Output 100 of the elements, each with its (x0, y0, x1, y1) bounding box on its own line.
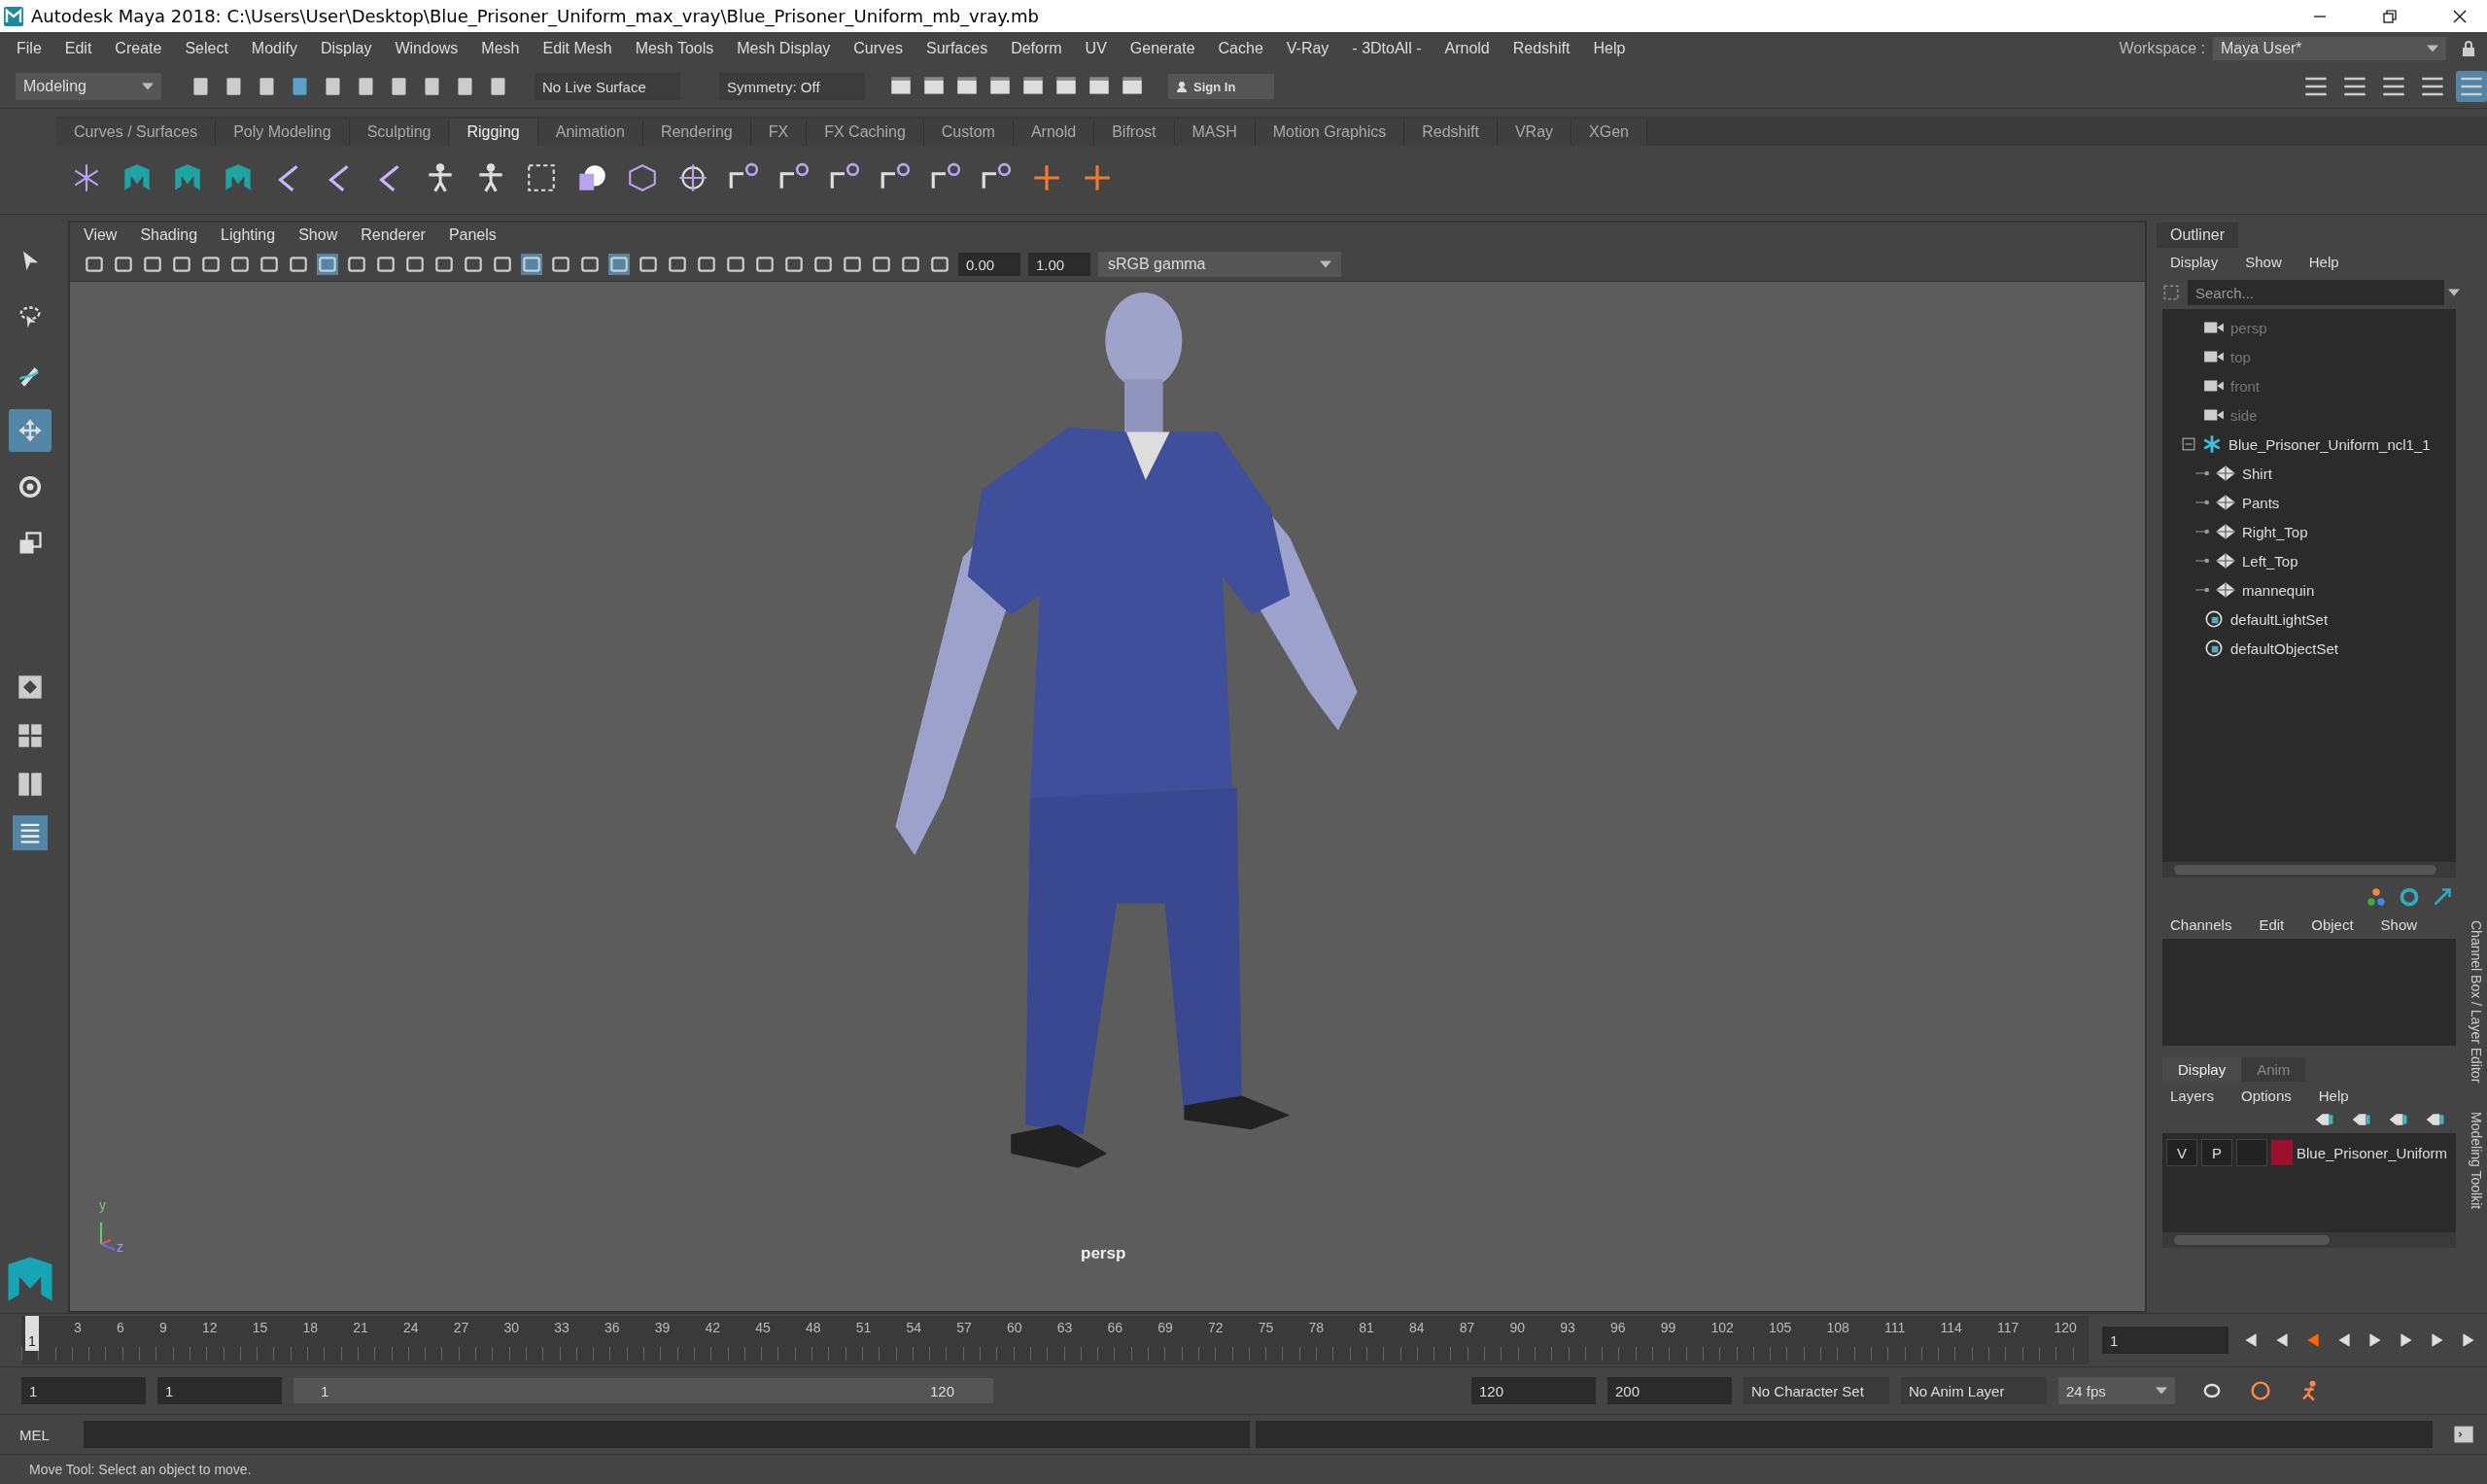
outliner-tab[interactable]: Outliner (2157, 223, 2239, 248)
playback-toggle[interactable]: P (2201, 1139, 2232, 1166)
viewport-toolbar-icon[interactable] (84, 254, 105, 275)
menu-item[interactable]: Cache (1218, 40, 1263, 57)
viewport-toolbar-icon[interactable] (929, 254, 950, 275)
shelf-tab[interactable]: Redshift (1404, 119, 1498, 146)
lock-icon[interactable] (2462, 40, 2475, 57)
shelf-tool-icon[interactable] (525, 161, 558, 194)
menu-item[interactable]: Arnold (1444, 40, 1490, 57)
menu-item[interactable]: Display (321, 40, 372, 57)
viewport-toolbar-icon[interactable] (259, 254, 280, 275)
viewport-menu-item[interactable]: Renderer (361, 226, 426, 244)
arrow-icon[interactable] (2433, 887, 2452, 907)
viewport-toolbar-icon[interactable] (200, 254, 222, 275)
viewport-toolbar-icon[interactable] (812, 254, 834, 275)
channel-box-menu-item[interactable]: Object (2311, 916, 2354, 933)
viewport-toolbar-icon[interactable] (433, 254, 455, 275)
playback-start-field[interactable]: 1 (157, 1377, 282, 1404)
menu-item[interactable]: Create (115, 40, 162, 57)
command-input-field[interactable] (84, 1421, 1250, 1448)
viewport-toolbar-icon[interactable] (696, 254, 717, 275)
color-space-dropdown[interactable]: sRGB gamma (1098, 252, 1341, 277)
gamma-field[interactable]: 1.00 (1028, 253, 1090, 276)
viewport-toolbar-icon[interactable] (638, 254, 659, 275)
viewport-toolbar-icon[interactable] (871, 254, 892, 275)
outliner-item[interactable]: defaultLightSet (2230, 610, 2329, 628)
playback-end-field[interactable]: 120 (1471, 1377, 1596, 1404)
command-language-label[interactable]: MEL (19, 1426, 78, 1443)
shelf-tool-icon[interactable] (626, 161, 659, 194)
collapse-icon[interactable] (2182, 437, 2195, 451)
outliner-item[interactable]: Right_Top (2242, 523, 2308, 540)
playhead[interactable]: 1 (25, 1316, 39, 1351)
shelf-tab[interactable]: Curves / Surfaces (56, 119, 217, 146)
scrollbar-thumb[interactable] (2174, 1235, 2330, 1245)
shelf-tab[interactable]: XGen (1572, 119, 1647, 146)
shelf-tab[interactable]: MASH (1174, 119, 1256, 146)
sign-in-button[interactable]: Sign In (1168, 74, 1275, 99)
workspace-dropdown[interactable]: Maya User* (2213, 37, 2446, 60)
viewport-toolbar-icon[interactable] (142, 254, 163, 275)
filter-icon[interactable] (2162, 284, 2180, 301)
viewport-toolbar-icon[interactable] (579, 254, 601, 275)
side-tab[interactable]: Channel Box / Layer Editor (2469, 920, 2484, 1084)
shelf-tab[interactable]: Rendering (642, 119, 751, 146)
viewport-toolbar-icon[interactable] (492, 254, 513, 275)
panel-toggle-icon[interactable] (2456, 71, 2487, 102)
outliner-menu-item[interactable]: Show (2245, 254, 2282, 270)
viewport-toolbar-icon[interactable] (783, 254, 805, 275)
character-set-dropdown[interactable]: No Character Set (1744, 1377, 1889, 1404)
viewport-menu-item[interactable]: Shading (140, 226, 198, 244)
menu-item[interactable]: Edit (64, 40, 92, 57)
outliner-item[interactable]: mannequin (2242, 581, 2315, 599)
time-ruler[interactable]: 1 3 6 9 12 15 18 21 24 27 30 33 36 39 42 45 48 51 54 57 60 63 66 69 72 75 78 81 84 87 90 93 96 99 102 105 108 111 114 117 120 (21, 1316, 2089, 1364)
layer-menu-item[interactable]: Layers (2170, 1087, 2215, 1104)
shelf-tab[interactable]: Poly Modeling (216, 119, 350, 146)
fps-dropdown[interactable]: 24 fps (2058, 1377, 2175, 1404)
viewport-toolbar-icon[interactable] (229, 254, 251, 275)
live-surface-field[interactable]: No Live Surface (535, 73, 680, 100)
outliner-menu-item[interactable]: Display (2170, 254, 2219, 270)
viewport-menu-item[interactable]: Lighting (221, 226, 276, 244)
menu-item[interactable]: Modify (251, 40, 297, 57)
menu-item[interactable]: - 3DtoAll - (1352, 40, 1422, 57)
restore-icon[interactable] (2382, 8, 2398, 24)
viewport-toolbar-icon[interactable] (550, 254, 571, 275)
menu-item[interactable]: UV (1085, 40, 1107, 57)
channel-box-menu-item[interactable]: Channels (2170, 916, 2232, 933)
viewport-toolbar-icon[interactable] (842, 254, 863, 275)
outliner-layout-icon[interactable] (13, 815, 48, 850)
end-frame-field[interactable]: 200 (1607, 1377, 1732, 1404)
viewport-toolbar-icon[interactable] (404, 254, 426, 275)
viewport-toolbar-icon[interactable] (288, 254, 309, 275)
shelf-tab[interactable]: Custom (923, 119, 1014, 146)
viewport-toolbar-icon[interactable] (754, 254, 776, 275)
layer-menu-item[interactable]: Help (2318, 1087, 2349, 1104)
viewport-toolbar-icon[interactable] (113, 254, 134, 275)
menu-item[interactable]: Mesh Tools (635, 40, 714, 57)
shelf-tab[interactable]: FX Caching (807, 119, 924, 146)
viewport-menu-item[interactable]: Panels (448, 226, 497, 244)
scrollbar-thumb[interactable] (2174, 865, 2436, 875)
viewport-toolbar-icon[interactable] (346, 254, 367, 275)
menu-set-dropdown[interactable]: Modeling (16, 73, 161, 100)
channel-box-menu-item[interactable]: Edit (2259, 916, 2285, 933)
outliner-item[interactable]: Pants (2242, 494, 2280, 511)
viewport-menu-item[interactable]: View (84, 226, 118, 244)
shelf-tab[interactable]: Animation (537, 119, 643, 146)
exposure-field[interactable]: 0.00 (958, 253, 1020, 276)
channel-box-menu-item[interactable]: Show (2380, 916, 2418, 933)
outliner-item[interactable]: Shirt (2242, 465, 2272, 482)
viewport-toolbar-icon[interactable] (725, 254, 746, 275)
menu-item[interactable]: Edit Mesh (542, 40, 612, 57)
menu-item[interactable]: Redshift (1512, 40, 1571, 57)
menu-item[interactable]: V-Ray (1286, 40, 1330, 57)
menu-item[interactable]: Select (185, 40, 228, 57)
reference-toggle[interactable] (2236, 1139, 2267, 1166)
menu-item[interactable]: Surfaces (926, 40, 988, 57)
outliner-item[interactable]: Left_Top (2242, 552, 2298, 569)
layer-color-swatch[interactable] (2271, 1140, 2293, 1165)
menu-item[interactable]: Windows (395, 40, 459, 57)
shelf-tab[interactable]: Motion Graphics (1255, 119, 1405, 146)
symmetry-field[interactable]: Symmetry: Off (719, 73, 865, 100)
layer-editor-tab[interactable]: Display (2162, 1057, 2242, 1082)
